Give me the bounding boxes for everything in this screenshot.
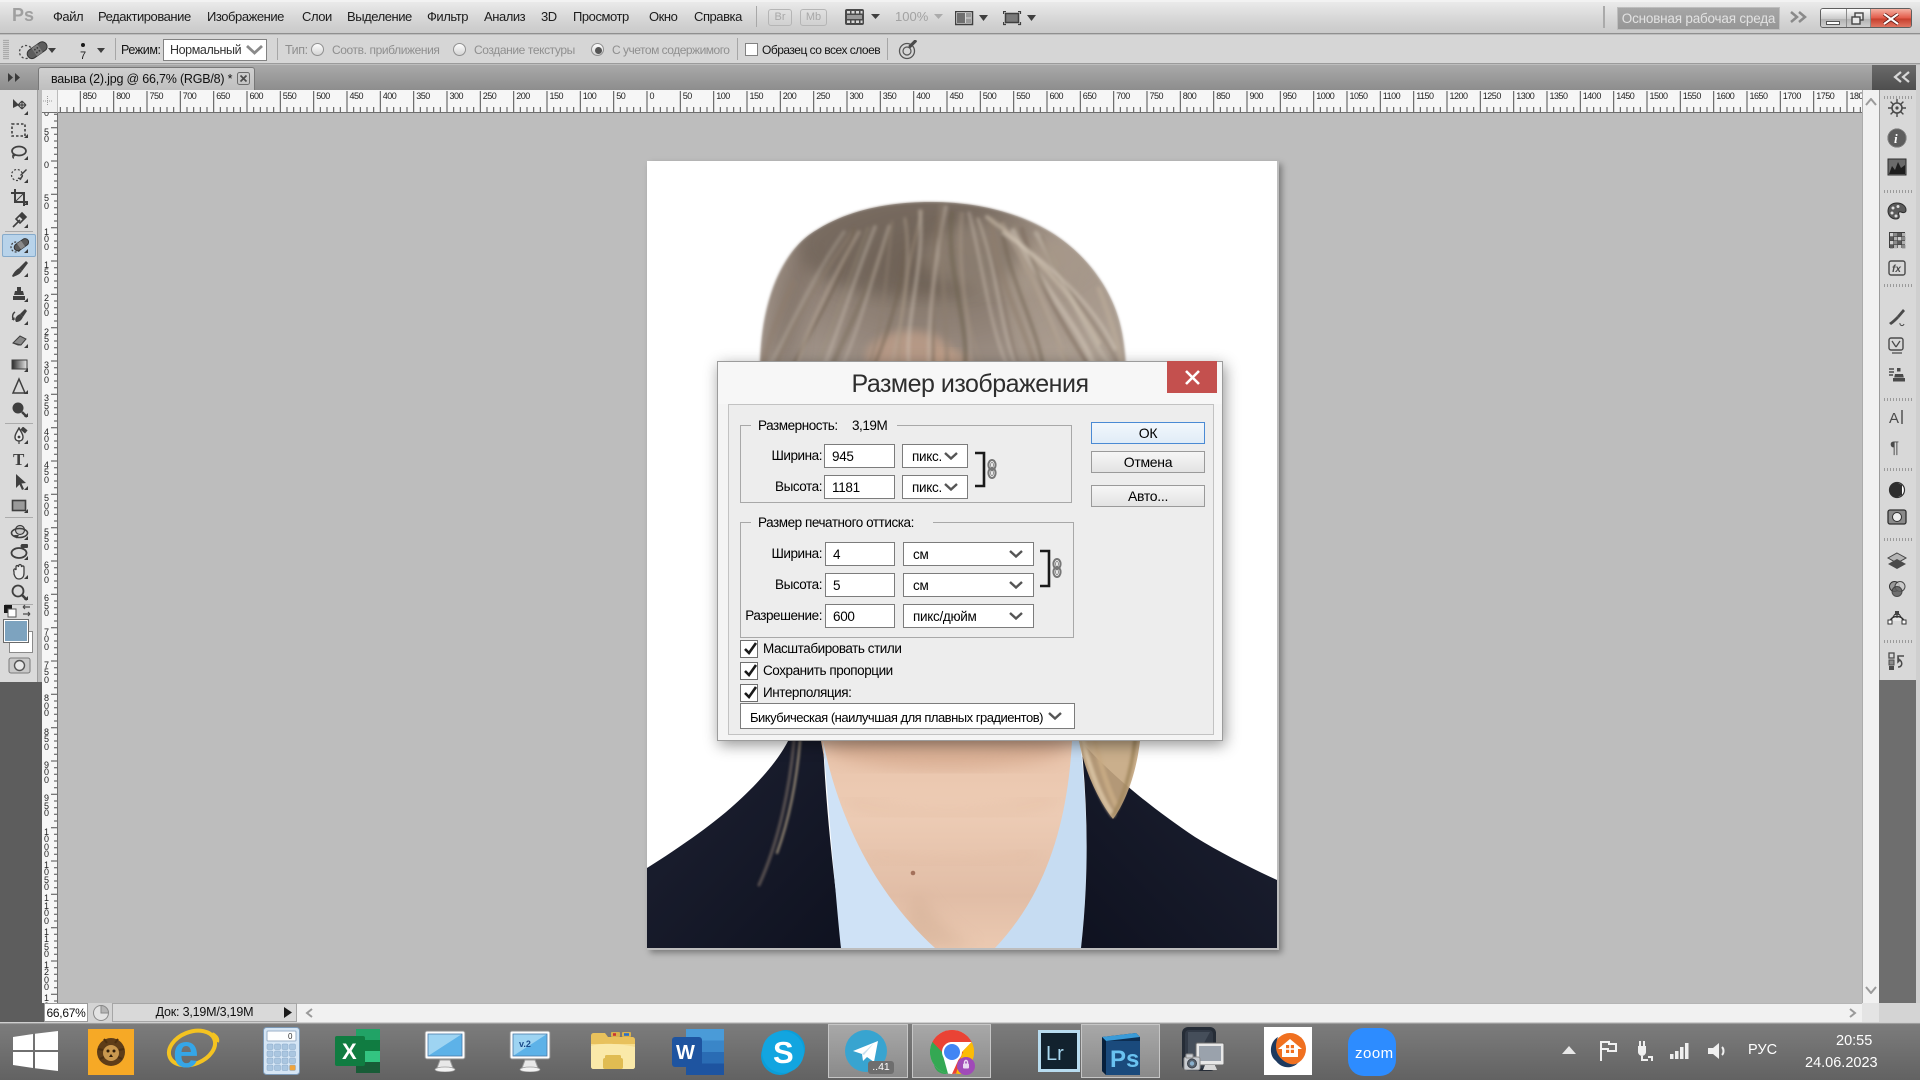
svg-text:W: W	[676, 1042, 695, 1064]
svg-text:zoom: zoom	[1355, 1045, 1394, 1062]
svg-text:T: T	[13, 450, 25, 469]
svg-text:S: S	[773, 1035, 794, 1070]
svg-text:i: i	[1894, 131, 1898, 146]
svg-text:A: A	[1889, 410, 1899, 427]
svg-text:0: 0	[288, 1032, 293, 1041]
svg-text:¶: ¶	[1890, 438, 1899, 457]
svg-text:fx: fx	[1892, 264, 1901, 275]
svg-text:Ps: Ps	[1110, 1046, 1139, 1073]
svg-text:Lr: Lr	[1046, 1043, 1064, 1065]
svg-text:v.2: v.2	[519, 1039, 531, 1049]
svg-text:X: X	[342, 1039, 357, 1064]
svg-text:e: e	[173, 1026, 199, 1076]
